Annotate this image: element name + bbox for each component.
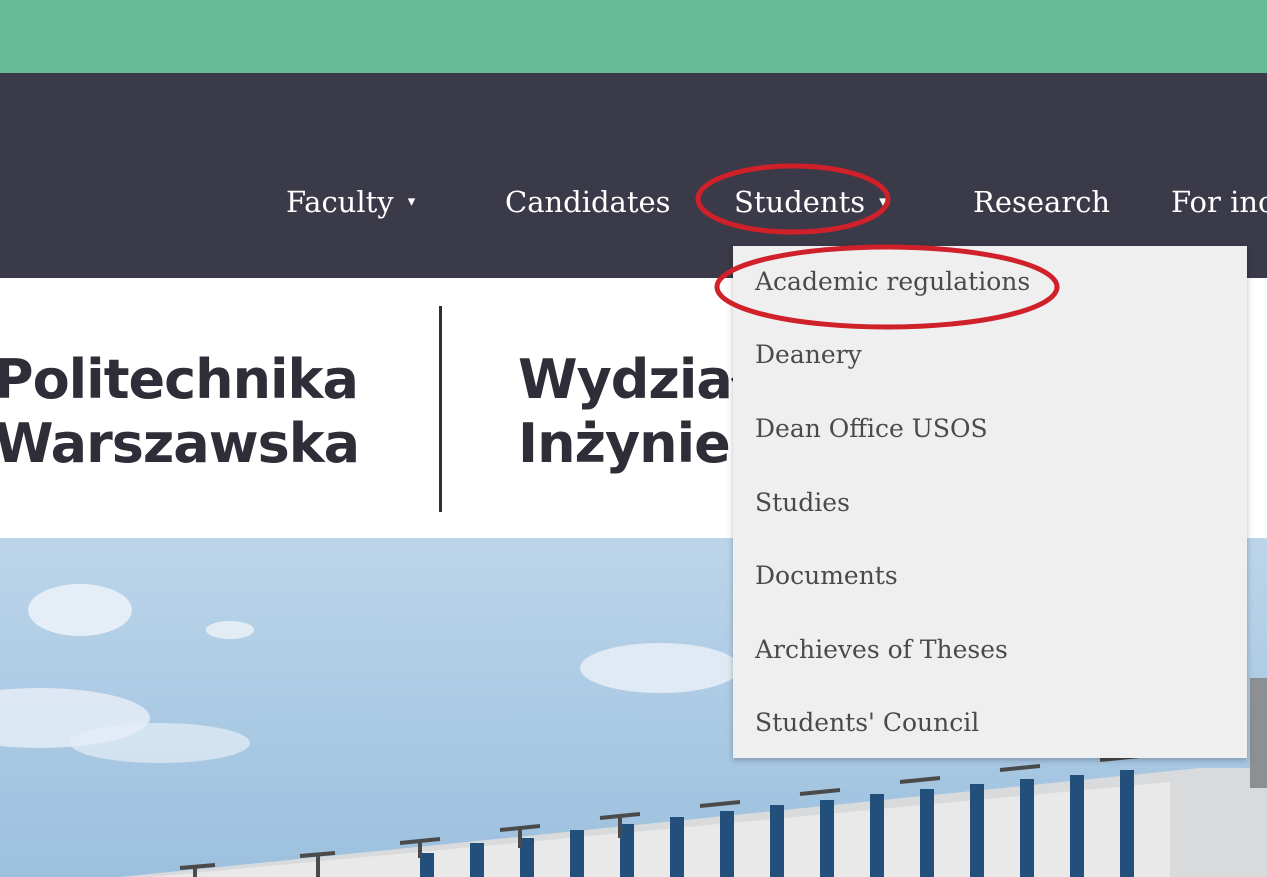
university-logo-line-1: Politechnika [0, 348, 359, 411]
faculty-logo-line-2: Inżynier [518, 412, 756, 475]
dropdown-item-deanery[interactable]: Deanery [755, 339, 862, 371]
nav-item-faculty[interactable]: Faculty ▾ [286, 183, 415, 223]
nav-item-research[interactable]: Research [973, 183, 1110, 221]
students-dropdown-menu: Academic regulations Deanery Dean Office… [733, 246, 1247, 758]
nav-item-label: Candidates [505, 185, 671, 219]
nav-item-label: Faculty [286, 185, 394, 219]
dropdown-item-documents[interactable]: Documents [755, 560, 898, 592]
dropdown-item-studies[interactable]: Studies [755, 487, 850, 519]
dropdown-item-academic-regulations[interactable]: Academic regulations [755, 266, 1030, 298]
nav-item-label: Students [734, 185, 866, 219]
dropdown-item-students-council[interactable]: Students' Council [755, 707, 979, 739]
faculty-logo-line-1: Wydział [518, 348, 752, 411]
university-logo-line-2: Warszawska [0, 412, 360, 475]
nav-item-for-industry[interactable]: For inc [1171, 183, 1267, 221]
dropdown-caret-icon: ▾ [407, 192, 416, 210]
dropdown-caret-icon: ▾ [879, 192, 887, 210]
nav-item-label: Research [973, 185, 1111, 219]
top-accent-bar [0, 0, 1267, 73]
dropdown-item-archieves-of-theses[interactable]: Archieves of Theses [755, 634, 1008, 666]
logo-divider [439, 306, 442, 512]
nav-item-label: For inc [1171, 185, 1267, 219]
nav-item-students[interactable]: Students ▾ [734, 183, 887, 223]
dropdown-item-dean-office-usos[interactable]: Dean Office USOS [755, 413, 988, 445]
nav-item-candidates[interactable]: Candidates [505, 183, 671, 221]
